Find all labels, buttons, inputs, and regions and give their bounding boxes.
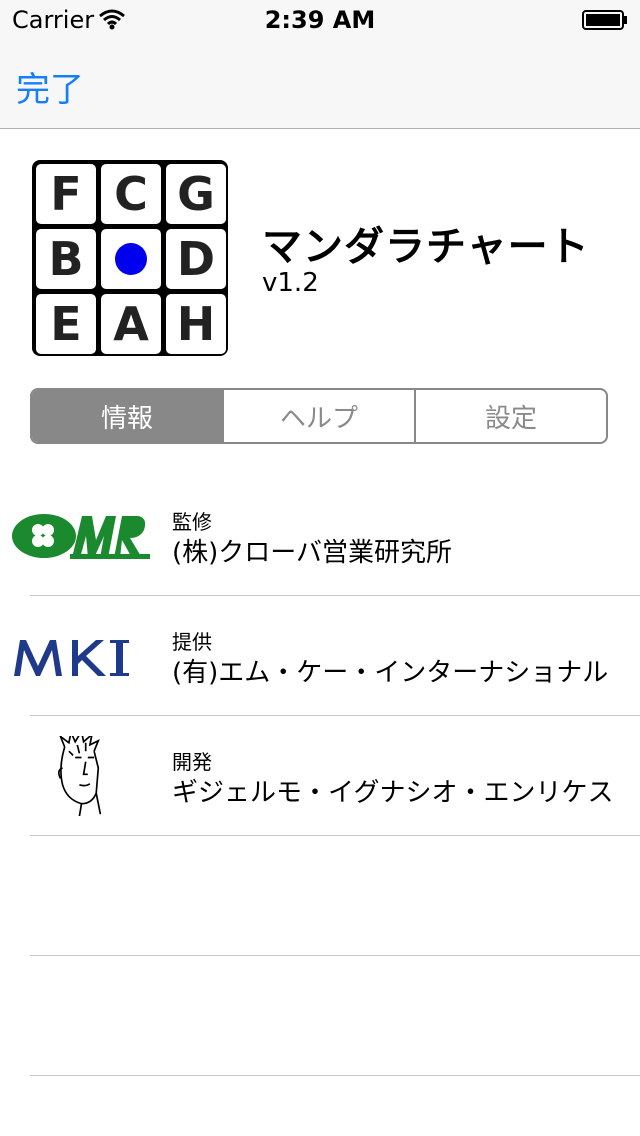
app-title: マンダラチャート <box>262 224 590 270</box>
done-button[interactable]: 完了 <box>16 62 84 111</box>
credit-name: (有)エム・ケー・インターナショナル <box>172 658 609 688</box>
logo-letter: B <box>48 232 83 286</box>
credit-role: 監修 <box>172 510 212 534</box>
logo-letter: H <box>177 297 216 351</box>
app-version: v1.2 <box>262 268 319 298</box>
logo-center-dot <box>115 243 147 275</box>
clover-omr-logo <box>12 514 150 559</box>
status-time: 2:39 AM <box>264 6 376 34</box>
credit-name: (株)クローバ営業研究所 <box>172 538 453 568</box>
credit-row-developer: 開発 ギジェルモ・イグナシオ・エンリケス <box>0 716 640 836</box>
segment-info[interactable]: 情報 <box>32 390 222 442</box>
logo-letter: A <box>113 297 149 351</box>
battery-icon <box>582 10 627 30</box>
logo-letter: C <box>114 167 148 221</box>
logo-letter: E <box>50 297 81 351</box>
segment-help[interactable]: ヘルプ <box>222 390 414 442</box>
empty-row <box>0 836 640 956</box>
logo-letter: G <box>177 167 215 221</box>
navigation-bar: 完了 <box>0 40 640 129</box>
credit-role: 提供 <box>172 630 212 654</box>
credit-row-provider: 提供 (有)エム・ケー・インターナショナル <box>0 596 640 716</box>
empty-row <box>0 956 640 1076</box>
logo-letter: D <box>177 232 215 286</box>
status-bar: Carrier 2:39 AM <box>0 0 640 40</box>
credit-row-supervision: 監修 (株)クローバ営業研究所 <box>0 476 640 596</box>
segment-settings[interactable]: 設定 <box>414 390 606 442</box>
mandala-chart-logo: F C G B D E A H <box>32 160 228 356</box>
developer-portrait <box>57 736 102 816</box>
mki-logo <box>14 640 129 676</box>
credit-role: 開発 <box>172 750 212 774</box>
credit-name: ギジェルモ・イグナシオ・エンリケス <box>172 778 614 808</box>
info-segmented-control: 情報 ヘルプ 設定 <box>30 388 608 444</box>
row-divider <box>30 1075 640 1076</box>
logo-letter: F <box>50 167 81 221</box>
